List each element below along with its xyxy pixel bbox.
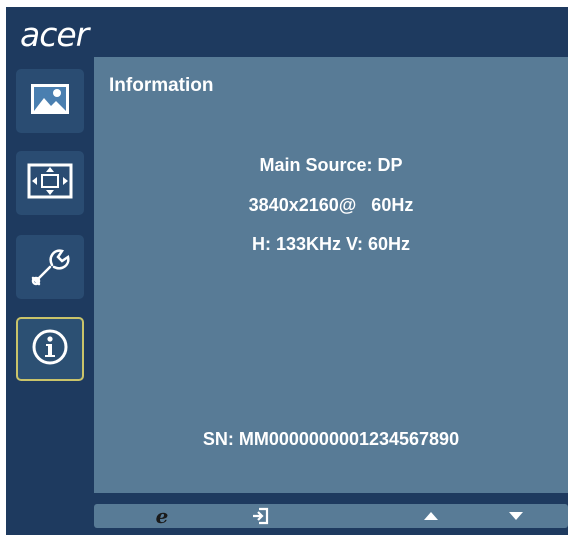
resolution-text: 3840x2160@ 60Hz: [248, 195, 414, 215]
information-panel: Information Main Source: DP 3840x2160@ 6…: [94, 57, 568, 493]
osd-menu: acer Information Main Source: DP 3840x21…: [6, 7, 568, 535]
main-source-text: Main Source: DP: [259, 155, 403, 175]
position-icon: [27, 163, 73, 204]
frequency-text: H: 133KHz V: 60Hz: [251, 234, 411, 254]
svg-text:e: e: [156, 505, 169, 527]
exit-icon[interactable]: [249, 504, 273, 528]
sidebar: [6, 59, 94, 492]
info-icon: [31, 328, 69, 371]
picture-icon: [29, 82, 71, 121]
sidebar-item-settings[interactable]: [16, 235, 84, 299]
arrow-down-icon[interactable]: [504, 504, 528, 528]
serial-number-text: SN: MM0000000001234567890: [202, 429, 460, 449]
e-key-icon[interactable]: e: [150, 504, 174, 528]
sidebar-item-information[interactable]: [16, 317, 84, 381]
brand-logo: acer: [20, 15, 89, 54]
bottom-key-bar: e: [94, 504, 568, 528]
sidebar-item-picture[interactable]: [16, 69, 84, 133]
arrow-up-icon[interactable]: [419, 504, 443, 528]
sidebar-item-position[interactable]: [16, 151, 84, 215]
settings-wrench-icon: [28, 243, 72, 292]
panel-title: Information: [109, 75, 214, 96]
